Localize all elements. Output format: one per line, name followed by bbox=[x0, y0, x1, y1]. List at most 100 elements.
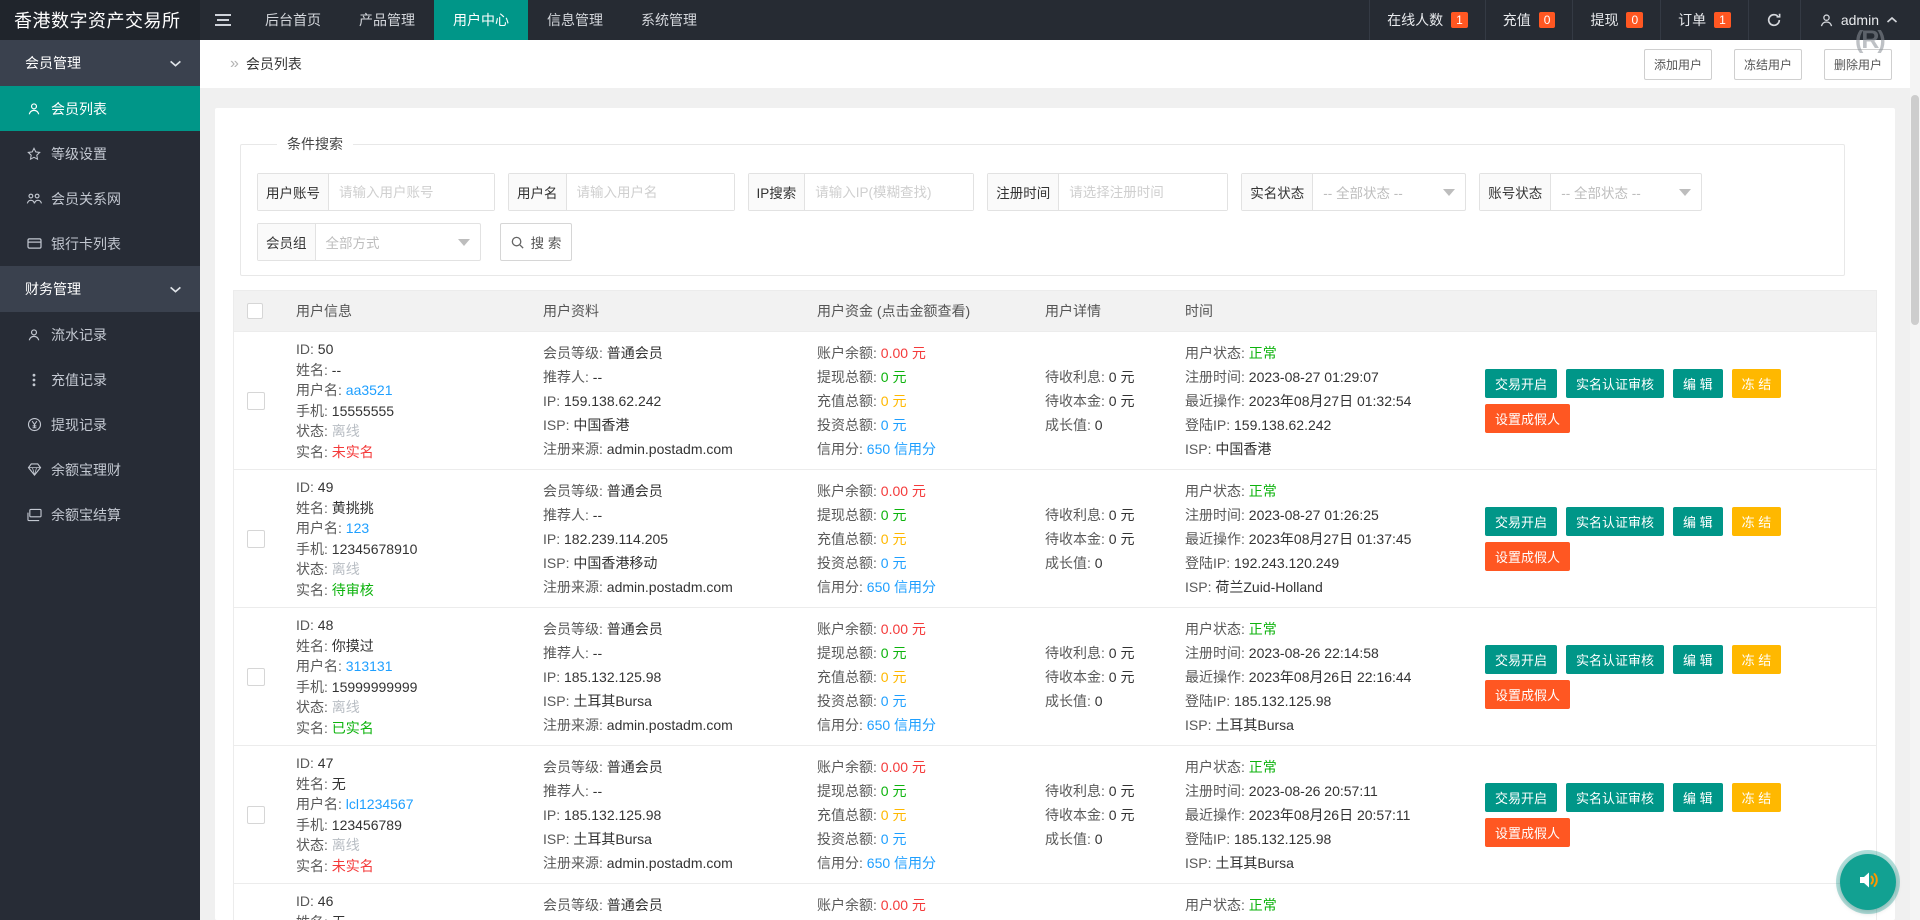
sidebar-item[interactable]: 余额宝结算 bbox=[0, 492, 200, 537]
row-checkbox-cell bbox=[234, 470, 296, 607]
row-field: 最近操作: 2023年08月27日 01:32:54 bbox=[1185, 389, 1477, 413]
sidebar-group-header[interactable]: 财务管理 bbox=[0, 266, 200, 312]
field-value: 土耳其Bursa bbox=[573, 831, 652, 847]
table-header: 用户信息用户资料用户资金 (点击金额查看)用户详情时间 bbox=[234, 291, 1876, 331]
row-action-button[interactable]: 实名认证审核 bbox=[1566, 369, 1664, 398]
field-value: 离线 bbox=[332, 561, 360, 577]
row-field: 实名: 待审核 bbox=[296, 580, 535, 601]
row-action-button[interactable]: 编 辑 bbox=[1673, 369, 1723, 398]
sidebar-item[interactable]: 充值记录 bbox=[0, 357, 200, 402]
row-action-button[interactable]: 实名认证审核 bbox=[1566, 783, 1664, 812]
field-value: 2023-08-26 22:14:58 bbox=[1249, 645, 1379, 661]
field-value: 48 bbox=[318, 617, 334, 633]
nav-item[interactable]: 产品管理 bbox=[340, 0, 434, 40]
username-link[interactable]: aa3521 bbox=[346, 382, 393, 398]
row-field: 信用分: 650 信用分 bbox=[817, 575, 1037, 599]
row-field: 最近操作: 2023年08月26日 20:57:11 bbox=[1185, 803, 1477, 827]
row-action-button[interactable]: 交易开启 bbox=[1485, 369, 1557, 398]
field-value: 185.132.125.98 bbox=[564, 807, 661, 823]
field-value: 荷兰Zuid-Holland bbox=[1215, 579, 1322, 595]
sidebar-item[interactable]: 银行卡列表 bbox=[0, 221, 200, 266]
row-action-button[interactable]: 编 辑 bbox=[1673, 783, 1723, 812]
nav-item[interactable]: 信息管理 bbox=[528, 0, 622, 40]
search-input-username[interactable] bbox=[567, 174, 734, 210]
page-action-button[interactable]: 冻结用户 bbox=[1734, 49, 1802, 80]
header-stat[interactable]: 充值0 bbox=[1485, 0, 1573, 40]
field-value: 159.138.62.242 bbox=[1234, 417, 1331, 433]
row-action-button[interactable]: 冻 结 bbox=[1732, 645, 1782, 674]
row-action-button[interactable]: 实名认证审核 bbox=[1566, 645, 1664, 674]
row-action-button[interactable]: 实名认证审核 bbox=[1566, 507, 1664, 536]
row-action-button[interactable]: 交易开启 bbox=[1485, 507, 1557, 536]
field-value: admin.postadm.com bbox=[607, 579, 733, 595]
action-button-row: 设置成假人 bbox=[1485, 542, 1868, 571]
row-field: 会员等级: 普通会员 bbox=[543, 893, 809, 917]
search-select-membergroup[interactable]: 全部方式 bbox=[316, 224, 480, 260]
row-action-button[interactable]: 设置成假人 bbox=[1485, 818, 1570, 847]
row-action-button[interactable]: 设置成假人 bbox=[1485, 680, 1570, 709]
column-header: 用户资金 (点击金额查看) bbox=[817, 301, 1045, 321]
row-action-button[interactable]: 设置成假人 bbox=[1485, 542, 1570, 571]
sound-float-button[interactable] bbox=[1840, 854, 1896, 910]
sidebar-item[interactable]: 会员列表 bbox=[0, 86, 200, 131]
search-input-account[interactable] bbox=[329, 174, 494, 210]
nav-item[interactable]: 用户中心 bbox=[434, 0, 528, 40]
refresh-button[interactable] bbox=[1748, 0, 1800, 40]
row-action-button[interactable]: 冻 结 bbox=[1732, 507, 1782, 536]
row-action-button[interactable]: 编 辑 bbox=[1673, 645, 1723, 674]
row-action-button[interactable]: 设置成假人 bbox=[1485, 404, 1570, 433]
row-action-button[interactable]: 冻 结 bbox=[1732, 783, 1782, 812]
field-label: 充值总额: bbox=[817, 807, 881, 823]
row-field: 手机: 12345678910 bbox=[296, 539, 535, 560]
search-select-accstatus[interactable]: -- 全部状态 -- bbox=[1551, 174, 1701, 210]
row-action-button[interactable]: 交易开启 bbox=[1485, 645, 1557, 674]
nav-item[interactable]: 后台首页 bbox=[246, 0, 340, 40]
search-select-realstatus[interactable]: -- 全部状态 -- bbox=[1313, 174, 1465, 210]
search-icon bbox=[510, 235, 525, 250]
stat-label: 在线人数 bbox=[1387, 10, 1443, 30]
row-checkbox-cell bbox=[234, 746, 296, 883]
row-checkbox[interactable] bbox=[247, 392, 265, 410]
field-value: 2023-08-26 20:57:11 bbox=[1249, 783, 1378, 799]
sidebar-item[interactable]: 流水记录 bbox=[0, 312, 200, 357]
field-value: -- bbox=[593, 645, 602, 661]
row-action-button[interactable]: 交易开启 bbox=[1485, 783, 1557, 812]
app-window: 香港数字资产交易所 后台首页产品管理用户中心信息管理系统管理 在线人数1充值0提… bbox=[0, 0, 1920, 920]
search-input-ip[interactable] bbox=[805, 174, 973, 210]
row-checkbox[interactable] bbox=[247, 530, 265, 548]
row-field: 注册时间: 2023-08-26 20:57:11 bbox=[1185, 779, 1477, 803]
nav-item[interactable]: 系统管理 bbox=[622, 0, 716, 40]
action-button-row: 交易开启实名认证审核编 辑冻 结 bbox=[1485, 369, 1868, 398]
username-link[interactable]: 313131 bbox=[346, 658, 393, 674]
row-field: 手机: 123456789 bbox=[296, 815, 535, 836]
sidebar-group-header[interactable]: 会员管理 bbox=[0, 40, 200, 86]
select-all-checkbox[interactable] bbox=[247, 303, 263, 319]
search-form: 用户账号用户名IP搜索注册时间实名状态-- 全部状态 --账号状态-- 全部状态… bbox=[257, 173, 1844, 261]
row-action-button[interactable]: 冻 结 bbox=[1732, 369, 1782, 398]
username-link[interactable]: lcl1234567 bbox=[346, 796, 414, 812]
row-field: IP: 185.132.125.98 bbox=[543, 803, 809, 827]
sidebar-item[interactable]: 提现记录 bbox=[0, 402, 200, 447]
scrollbar-thumb[interactable] bbox=[1911, 95, 1919, 325]
cell-actions: 交易开启实名认证审核编 辑冻 结设置成假人 bbox=[1485, 884, 1876, 920]
header-stat[interactable]: 在线人数1 bbox=[1369, 0, 1485, 40]
sidebar-item[interactable]: 余额宝理财 bbox=[0, 447, 200, 492]
caret-up-icon bbox=[1886, 16, 1898, 24]
header-stat[interactable]: 提现0 bbox=[1572, 0, 1660, 40]
page-action-button[interactable]: 添加用户 bbox=[1644, 49, 1712, 80]
row-action-button[interactable]: 编 辑 bbox=[1673, 507, 1723, 536]
sidebar-item[interactable]: 等级设置 bbox=[0, 131, 200, 176]
row-checkbox[interactable] bbox=[247, 668, 265, 686]
search-button[interactable]: 搜 索 bbox=[500, 223, 572, 261]
row-checkbox[interactable] bbox=[247, 806, 265, 824]
sidebar-item[interactable]: 会员关系网 bbox=[0, 176, 200, 221]
header-stat[interactable]: 订单1 bbox=[1660, 0, 1748, 40]
field-label: ISP: bbox=[1185, 855, 1215, 871]
row-field: 信用分: 650 信用分 bbox=[817, 851, 1037, 875]
search-input-regtime[interactable] bbox=[1059, 174, 1227, 210]
field-label: ID: bbox=[296, 479, 318, 495]
cell-actions: 交易开启实名认证审核编 辑冻 结设置成假人 bbox=[1485, 608, 1876, 745]
username-link[interactable]: 123 bbox=[346, 520, 369, 536]
menu-toggle-icon[interactable] bbox=[200, 0, 246, 40]
field-label: 用户名: bbox=[296, 520, 346, 536]
